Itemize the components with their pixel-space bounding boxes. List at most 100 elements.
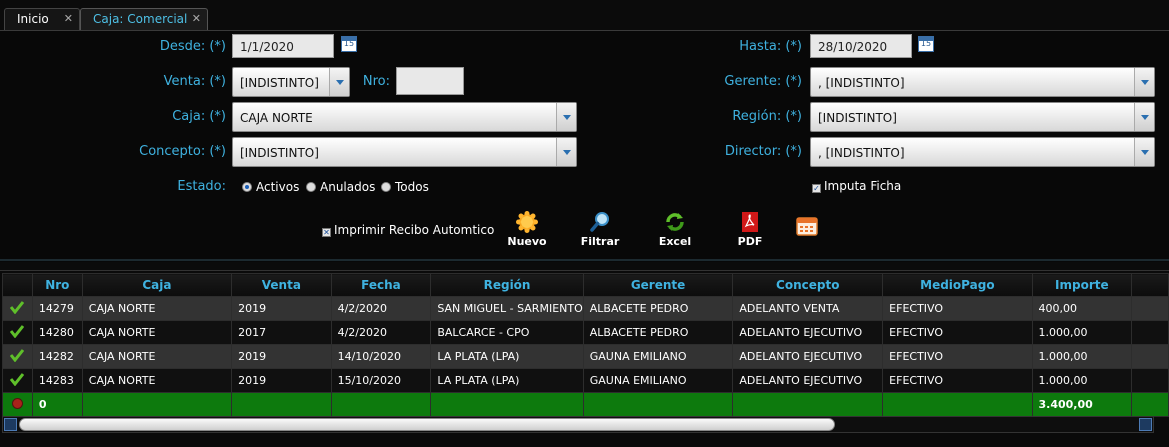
tab-inicio[interactable]: Inicio ✕ [4,8,80,30]
gerente-select-value: , [INDISTINTO] [818,76,905,90]
table-row[interactable]: 14282 CAJA NORTE 2019 14/10/2020 LA PLAT… [2,344,1169,369]
scrollbar-thumb[interactable] [19,418,835,431]
hasta-label: Hasta: (*) [739,39,802,54]
director-select-value: , [INDISTINTO] [818,146,905,160]
horizontal-scrollbar[interactable] [2,416,1154,433]
checkbox-checked-icon[interactable]: ✓ [812,184,821,193]
total-empty-cell [81,392,233,417]
check-icon [10,301,25,314]
cell-region: SAN MIGUEL - SARMIENTO [430,296,584,321]
filtrar-button-label: Filtrar [580,235,620,248]
check-icon [10,349,25,362]
cell-concepto: ADELANTO VENTA [732,296,884,321]
nro-input[interactable] [396,67,464,95]
cell-fecha: 4/2/2020 [330,320,432,345]
cell-venta: 2017 [231,320,332,345]
chevron-down-icon[interactable] [1134,68,1154,96]
chevron-down-icon[interactable] [556,103,576,131]
col-header-region[interactable]: Región [430,273,584,297]
tab-bar: Inicio ✕ Caja: Comercial ✕ [0,0,1169,30]
col-header-concepto[interactable]: Concepto [732,273,884,297]
close-icon[interactable]: ✕ [192,12,201,25]
desde-date-input[interactable]: 1/1/2020 [232,34,334,58]
cell-importe: 1.000,00 [1031,320,1133,345]
imprimir-recibo-checkbox[interactable]: ✕ Imprimir Recibo Automtico [322,223,494,237]
pdf-button[interactable]: PDF [725,211,775,248]
estado-label: Estado: [177,179,226,194]
total-nro: 0 [31,392,83,417]
tab-caja-comercial[interactable]: Caja: Comercial ✕ [80,8,208,30]
cell-caja: CAJA NORTE [81,368,233,393]
calendar-button[interactable] [782,215,832,239]
caja-select[interactable]: CAJA NORTE [232,102,577,132]
cell-importe: 1.000,00 [1031,368,1133,393]
estado-radio-todos[interactable]: Todos [381,180,429,194]
table-header-row: Nro Caja Venta Fecha Región Gerente Conc… [2,273,1169,297]
col-header-gerente[interactable]: Gerente [582,273,734,297]
venta-select[interactable]: [INDISTINTO] [232,67,350,97]
total-empty-cell [882,392,1033,417]
close-icon[interactable]: ✕ [64,12,73,25]
total-empty-cell [231,392,332,417]
cell-nro: 14283 [31,368,83,393]
excel-button[interactable]: Excel [650,211,700,248]
scroll-left-icon[interactable] [4,418,17,431]
table-row[interactable]: 14283 CAJA NORTE 2019 15/10/2020 LA PLAT… [2,368,1169,393]
cell-concepto: ADELANTO EJECUTIVO [732,320,884,345]
chevron-down-icon[interactable] [329,68,349,96]
cell-nro: 14282 [31,344,83,369]
cell-region: LA PLATA (LPA) [430,368,584,393]
director-label: Director: (*) [724,144,802,159]
col-header-mediopago[interactable]: MedioPago [882,273,1033,297]
region-select[interactable]: [INDISTINTO] [810,102,1155,132]
chevron-down-icon[interactable] [556,138,576,166]
estado-radio-activos-label: Activos [256,180,300,194]
hasta-date-input[interactable]: 28/10/2020 [810,34,912,58]
gerente-select[interactable]: , [INDISTINTO] [810,67,1155,97]
calendar-icon [796,217,818,236]
cell-region: BALCARCE - CPO [430,320,584,345]
caja-label: Caja: (*) [172,109,226,124]
total-importe: 3.400,00 [1031,392,1133,417]
col-header-caja[interactable]: Caja [81,273,233,297]
cell-gerente: GAUNA EMILIANO [582,344,734,369]
imputa-ficha-checkbox[interactable]: ✓ Imputa Ficha [812,179,901,193]
concepto-select[interactable]: [INDISTINTO] [232,137,577,167]
filtrar-button[interactable]: Filtrar [575,211,625,248]
calendar-icon[interactable]: 15 [918,36,934,52]
row-status-cell [2,296,33,321]
concepto-select-value: [INDISTINTO] [240,146,319,160]
chevron-down-icon[interactable] [1134,138,1154,166]
table-row[interactable]: 14280 CAJA NORTE 2017 4/2/2020 BALCARCE … [2,320,1169,345]
col-header-fecha[interactable]: Fecha [330,273,432,297]
estado-radio-anulados[interactable]: Anulados [306,180,375,194]
row-status-cell [2,344,33,369]
director-select[interactable]: , [INDISTINTO] [810,137,1155,167]
cell-region: LA PLATA (LPA) [430,344,584,369]
chevron-down-icon[interactable] [1134,103,1154,131]
col-header-importe[interactable]: Importe [1031,273,1133,297]
radio-selected-icon[interactable] [242,182,252,192]
scroll-right-icon[interactable] [1139,418,1152,431]
total-row: 0 3.400,00 [2,392,1169,417]
gerente-label: Gerente: (*) [724,74,802,89]
excel-refresh-icon [666,213,684,231]
radio-icon[interactable] [306,182,316,192]
cell-fecha: 4/2/2020 [330,296,432,321]
row-status-cell [2,368,33,393]
venta-label: Venta: (*) [163,74,226,89]
cell-mediopago: EFECTIVO [882,296,1033,321]
estado-radio-activos[interactable]: Activos [242,180,299,194]
cell-filler [1131,368,1169,393]
total-empty-cell [330,392,432,417]
nuevo-button[interactable]: Nuevo [502,211,552,248]
table-row[interactable]: 14279 CAJA NORTE 2019 4/2/2020 SAN MIGUE… [2,296,1169,321]
cell-importe: 1.000,00 [1031,344,1133,369]
col-header-nro[interactable]: Nro [31,273,83,297]
calendar-icon[interactable]: 15 [341,36,357,52]
total-status-cell [2,392,33,417]
checkbox-checked-icon[interactable]: ✕ [322,228,331,237]
radio-icon[interactable] [381,182,391,192]
col-header-venta[interactable]: Venta [231,273,332,297]
total-empty-cell [732,392,884,417]
